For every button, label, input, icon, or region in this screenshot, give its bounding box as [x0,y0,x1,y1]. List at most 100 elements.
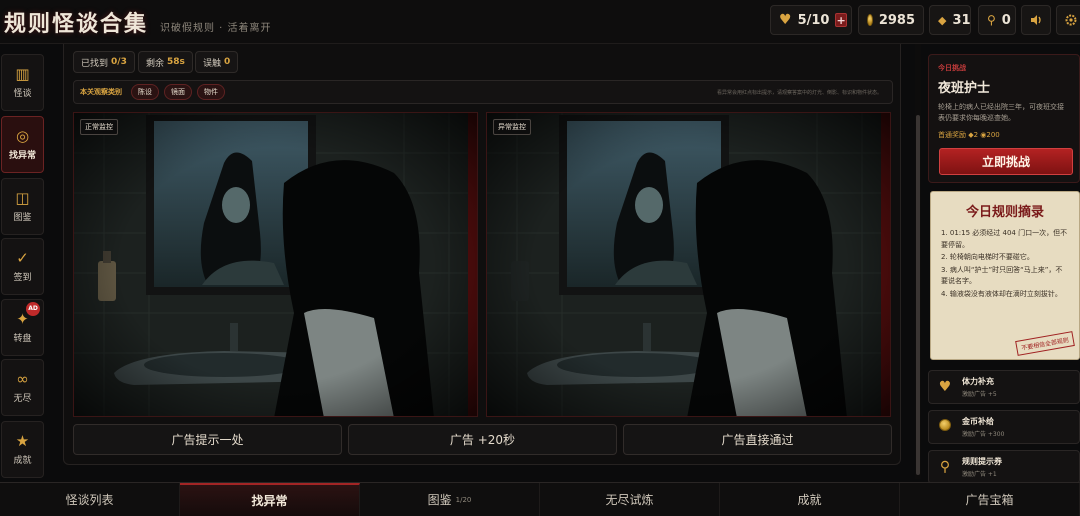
eye-icon: ◎ [15,127,30,145]
normal-scene-image: 正常监控 [73,112,478,417]
sidebar-item-stories[interactable]: ▥ 怪谈 [1,54,44,111]
infinity-icon: ∞ [16,370,29,388]
found-value: 0/3 [111,57,127,67]
time-counter: 剩余 58s [138,51,193,73]
tab-codex[interactable]: 图鉴 1/20 [360,483,540,516]
sidebar-item-label: 签到 [13,273,32,283]
star-icon: ★ [15,432,30,450]
coin-value: 2985 [878,12,915,28]
anomaly-scene-image[interactable]: 异常监控 [486,112,891,417]
rule-item: 2. 轮椅朝向电梯时不要碰它。 [941,253,1034,261]
category-hint: 看异常会用红点标出提示，请观察答案中的灯光、倒影、标识和物件状态。 [716,90,882,96]
lives-counter: ♥ 5/10 + [770,5,852,35]
reward-coins: ◉200 [980,131,1000,139]
bathroom-scene-illustration [487,113,890,416]
time-label: 剩余 [146,58,165,69]
bathroom-scene-illustration [74,113,477,416]
booster-subtitle: 激励广告 +300 [962,431,1005,438]
sound-icon [1031,15,1041,25]
mistake-counter: 误触 0 [195,51,239,73]
game-title: 规则怪谈合集 [4,11,149,37]
sidebar-item-checkin[interactable]: ✓ 签到 [1,238,44,295]
booster-title: 规则提示券 [962,457,1002,466]
bottom-nav: 怪谈列表 找异常 图鉴 1/20 无尽试炼 成就 广告宝箱 [0,482,1080,516]
sidebar-item-label: 找异常 [8,151,36,161]
lives-value: 5/10 [797,12,830,28]
warning-stamp: 不要相信全部规则 [1015,331,1075,356]
sidebar-item-label: 转盘 [13,334,32,344]
tab-endless-trial[interactable]: 无尽试炼 [540,483,720,516]
sidebar-item-achievements[interactable]: ★ 成就 [1,421,44,478]
diamond-icon: ◆ [938,13,947,27]
rule-item: 3. 病人叫“护士”时只回答“马上来”，不要说名字。 [941,265,1063,286]
ad-hint-button[interactable]: 广告提示一处 [73,424,342,455]
key-icon: ⚲ [939,459,951,475]
add-lives-button[interactable]: + [835,13,847,27]
start-challenge-button[interactable]: 立即挑战 [939,148,1073,175]
key-icon: ⚲ [987,13,996,27]
scene-label: 正常监控 [80,119,118,135]
booster-subtitle: 激励广告 +5 [962,391,997,398]
sidebar-item-codex[interactable]: ◫ 图鉴 [1,178,44,235]
challenge-description: 轮椅上的病人已经出院三年，可夜班交接表仍要求你每晚巡查她。 [938,103,1064,122]
check-icon: ✓ [16,249,29,267]
game-tagline: 识破假规则 · 活着离开 [160,23,272,34]
rule-item: 1. 01:15 必须经过 404 门口一次，但不要停留。 [941,229,1068,249]
reward-label: 首通奖励 ◆2 [938,131,979,139]
tab-achievements[interactable]: 成就 [720,483,900,516]
ad-add-time-button[interactable]: 广告 +20秒 [348,424,617,455]
coin-booster[interactable]: 金币补给 激励广告 +300 [928,410,1080,444]
coin-icon [867,14,873,26]
rules-list: 1. 01:15 必须经过 404 门口一次，但不要停留。 2. 轮椅朝向电梯时… [941,228,1069,300]
category-tag: 陈设 [131,84,159,100]
sound-button[interactable] [1021,5,1051,35]
anomaly-game-panel: 已找到 0/3 剩余 58s 误触 0 本关观察类别 陈设 镜面 物件 看异常会… [63,44,901,465]
challenge-title: 夜班护士 [938,81,991,96]
sidebar-item-label: 图鉴 [13,213,32,223]
category-title: 本关观察类别 [80,88,122,96]
sidebar-item-label: 无尽 [13,394,32,404]
mistake-value: 0 [224,57,231,67]
tab-label: 成就 [797,493,822,507]
heart-icon: ♥ [779,12,792,28]
top-header: 规则怪谈合集 识破假规则 · 活着离开 ♥ 5/10 + 2985 ◆ 31 ⚲… [0,0,1080,44]
booster-title: 金币补给 [962,417,994,426]
gem-counter: ◆ 31 [929,5,971,35]
rules-title: 今日规则摘录 [965,205,1044,220]
booster-subtitle: 激励广告 +1 [962,471,997,478]
sidebar-item-endless[interactable]: ∞ 无尽 [1,359,44,416]
hint-ticket-booster[interactable]: ⚲ 规则提示券 激励广告 +1 [928,450,1080,484]
ad-skip-level-button[interactable]: 广告直接通过 [623,424,892,455]
daily-rules-card: 今日规则摘录 1. 01:15 必须经过 404 门口一次，但不要停留。 2. … [930,191,1080,360]
key-value: 0 [1001,12,1011,28]
settings-icon [1065,14,1077,26]
challenge-reward: 首通奖励 ◆2 ◉200 [938,130,1070,140]
tab-find-anomaly[interactable]: 找异常 [180,483,360,516]
stamina-booster[interactable]: ♥ 体力补充 激励广告 +5 [928,370,1080,404]
tab-ad-chest[interactable]: 广告宝箱 [900,483,1080,516]
tab-count: 1/20 [455,495,472,504]
sidebar-item-wheel[interactable]: AD ✦ 转盘 [1,299,44,356]
scene-label: 异常监控 [493,119,531,135]
heart-icon: ♥ [938,379,952,395]
sidebar-item-find-anomaly[interactable]: ◎ 找异常 [1,116,44,173]
time-value: 58s [167,57,185,67]
rule-item: 4. 输液袋没有液体却在滴时立刻拔针。 [941,289,1062,298]
category-tag: 镜面 [164,84,192,100]
mistake-label: 误触 [203,58,222,69]
ad-badge: AD [26,302,40,316]
tab-label: 无尽试炼 [605,493,654,507]
tab-label: 图鉴 [427,493,452,507]
gem-value: 31 [952,12,971,28]
sidebar-item-label: 怪谈 [13,89,32,99]
scrollbar-thumb[interactable] [916,115,920,475]
books-icon: ▥ [15,65,30,83]
key-counter: ⚲ 0 [978,5,1016,35]
found-counter: 已找到 0/3 [73,51,135,73]
settings-button[interactable] [1056,5,1080,35]
coin-icon [938,419,952,435]
category-tag: 物件 [197,84,225,100]
tab-story-list[interactable]: 怪谈列表 [0,483,180,516]
tab-label: 怪谈列表 [65,493,114,507]
book-icon: ◫ [15,189,30,207]
